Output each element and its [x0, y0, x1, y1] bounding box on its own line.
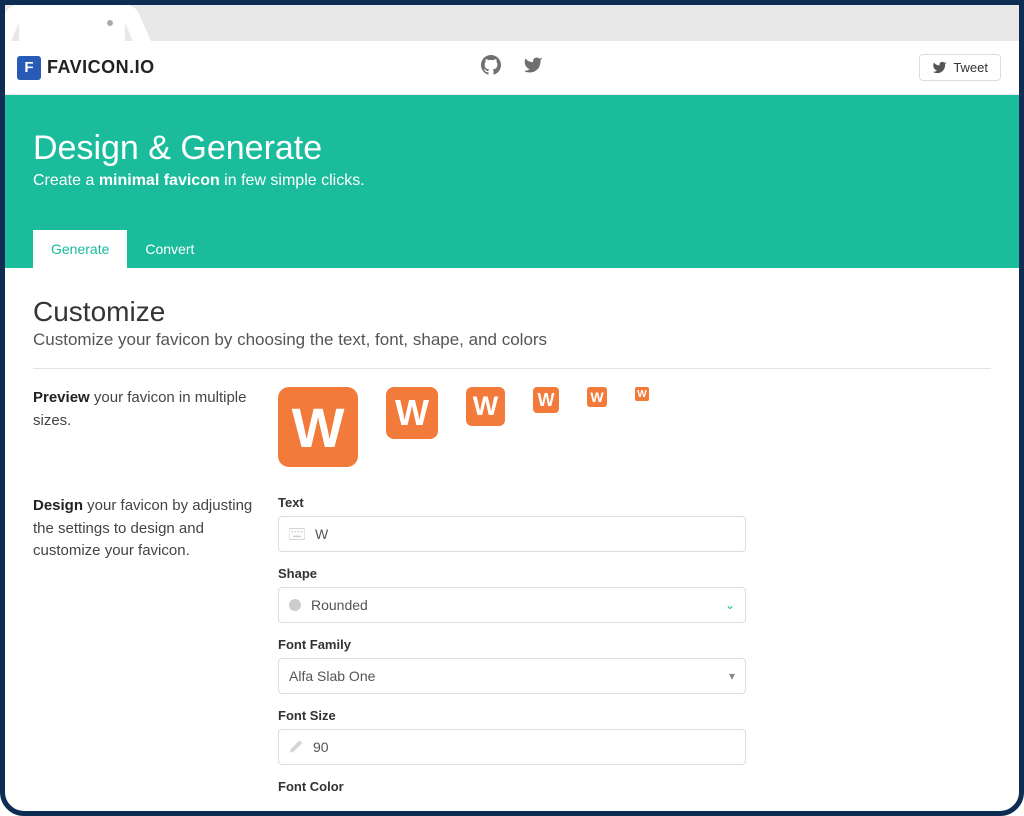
favicon-preview-20: W: [587, 387, 607, 407]
hero-title: Design & Generate: [33, 129, 991, 168]
brand-name: FAVICON.IO: [47, 57, 155, 78]
caret-down-icon: ▾: [729, 669, 735, 683]
circle-icon: [289, 599, 301, 611]
tab-convert[interactable]: Convert: [127, 230, 212, 268]
design-label: Design your favicon by adjusting the set…: [33, 495, 278, 563]
keyboard-icon: [289, 528, 305, 540]
tweet-button-label: Tweet: [953, 60, 988, 75]
tab-generate[interactable]: Generate: [33, 230, 127, 268]
text-input-wrap[interactable]: [278, 516, 746, 552]
favicon-preview-14: W: [635, 387, 649, 401]
twitter-icon: [932, 60, 947, 75]
font-size-input[interactable]: [313, 739, 735, 755]
font-family-value: Alfa Slab One: [289, 668, 729, 684]
divider: [33, 368, 991, 369]
pencil-icon: [289, 740, 303, 754]
favicon-preview-39: W: [466, 387, 505, 426]
text-label: Text: [278, 495, 991, 510]
section-subheading: Customize your favicon by choosing the t…: [33, 330, 991, 350]
preview-icons: W W W W W W: [278, 387, 991, 467]
hero-subtitle: Create a minimal favicon in few simple c…: [33, 172, 991, 190]
preview-label: Preview your favicon in multiple sizes.: [33, 387, 278, 432]
tab-status-dot: [107, 20, 113, 26]
hero-tabs: Generate Convert: [33, 230, 991, 268]
favicon-preview-80: W: [278, 387, 358, 467]
brand-logo-icon: F: [17, 56, 41, 80]
browser-tab-bar: [5, 5, 1019, 41]
text-input[interactable]: [315, 526, 735, 542]
twitter-icon[interactable]: [523, 55, 543, 80]
tweet-button[interactable]: Tweet: [919, 54, 1001, 81]
brand-logo[interactable]: F FAVICON.IO: [17, 56, 155, 80]
font-size-input-wrap[interactable]: [278, 729, 746, 765]
section-heading: Customize: [33, 296, 991, 328]
shape-value: Rounded: [311, 597, 725, 613]
font-color-label: Font Color: [278, 779, 991, 794]
font-size-label: Font Size: [278, 708, 991, 723]
font-family-select[interactable]: Alfa Slab One ▾: [278, 658, 746, 694]
navbar: F FAVICON.IO Tweet: [5, 41, 1019, 95]
hero: Design & Generate Create a minimal favic…: [5, 95, 1019, 268]
chevron-down-icon: ⌄: [725, 598, 735, 612]
browser-tab[interactable]: [19, 5, 125, 41]
shape-label: Shape: [278, 566, 991, 581]
shape-select[interactable]: Rounded ⌄: [278, 587, 746, 623]
content: Customize Customize your favicon by choo…: [5, 268, 1019, 808]
font-family-label: Font Family: [278, 637, 991, 652]
favicon-preview-26: W: [533, 387, 559, 413]
favicon-preview-52: W: [386, 387, 438, 439]
github-icon[interactable]: [481, 55, 501, 80]
